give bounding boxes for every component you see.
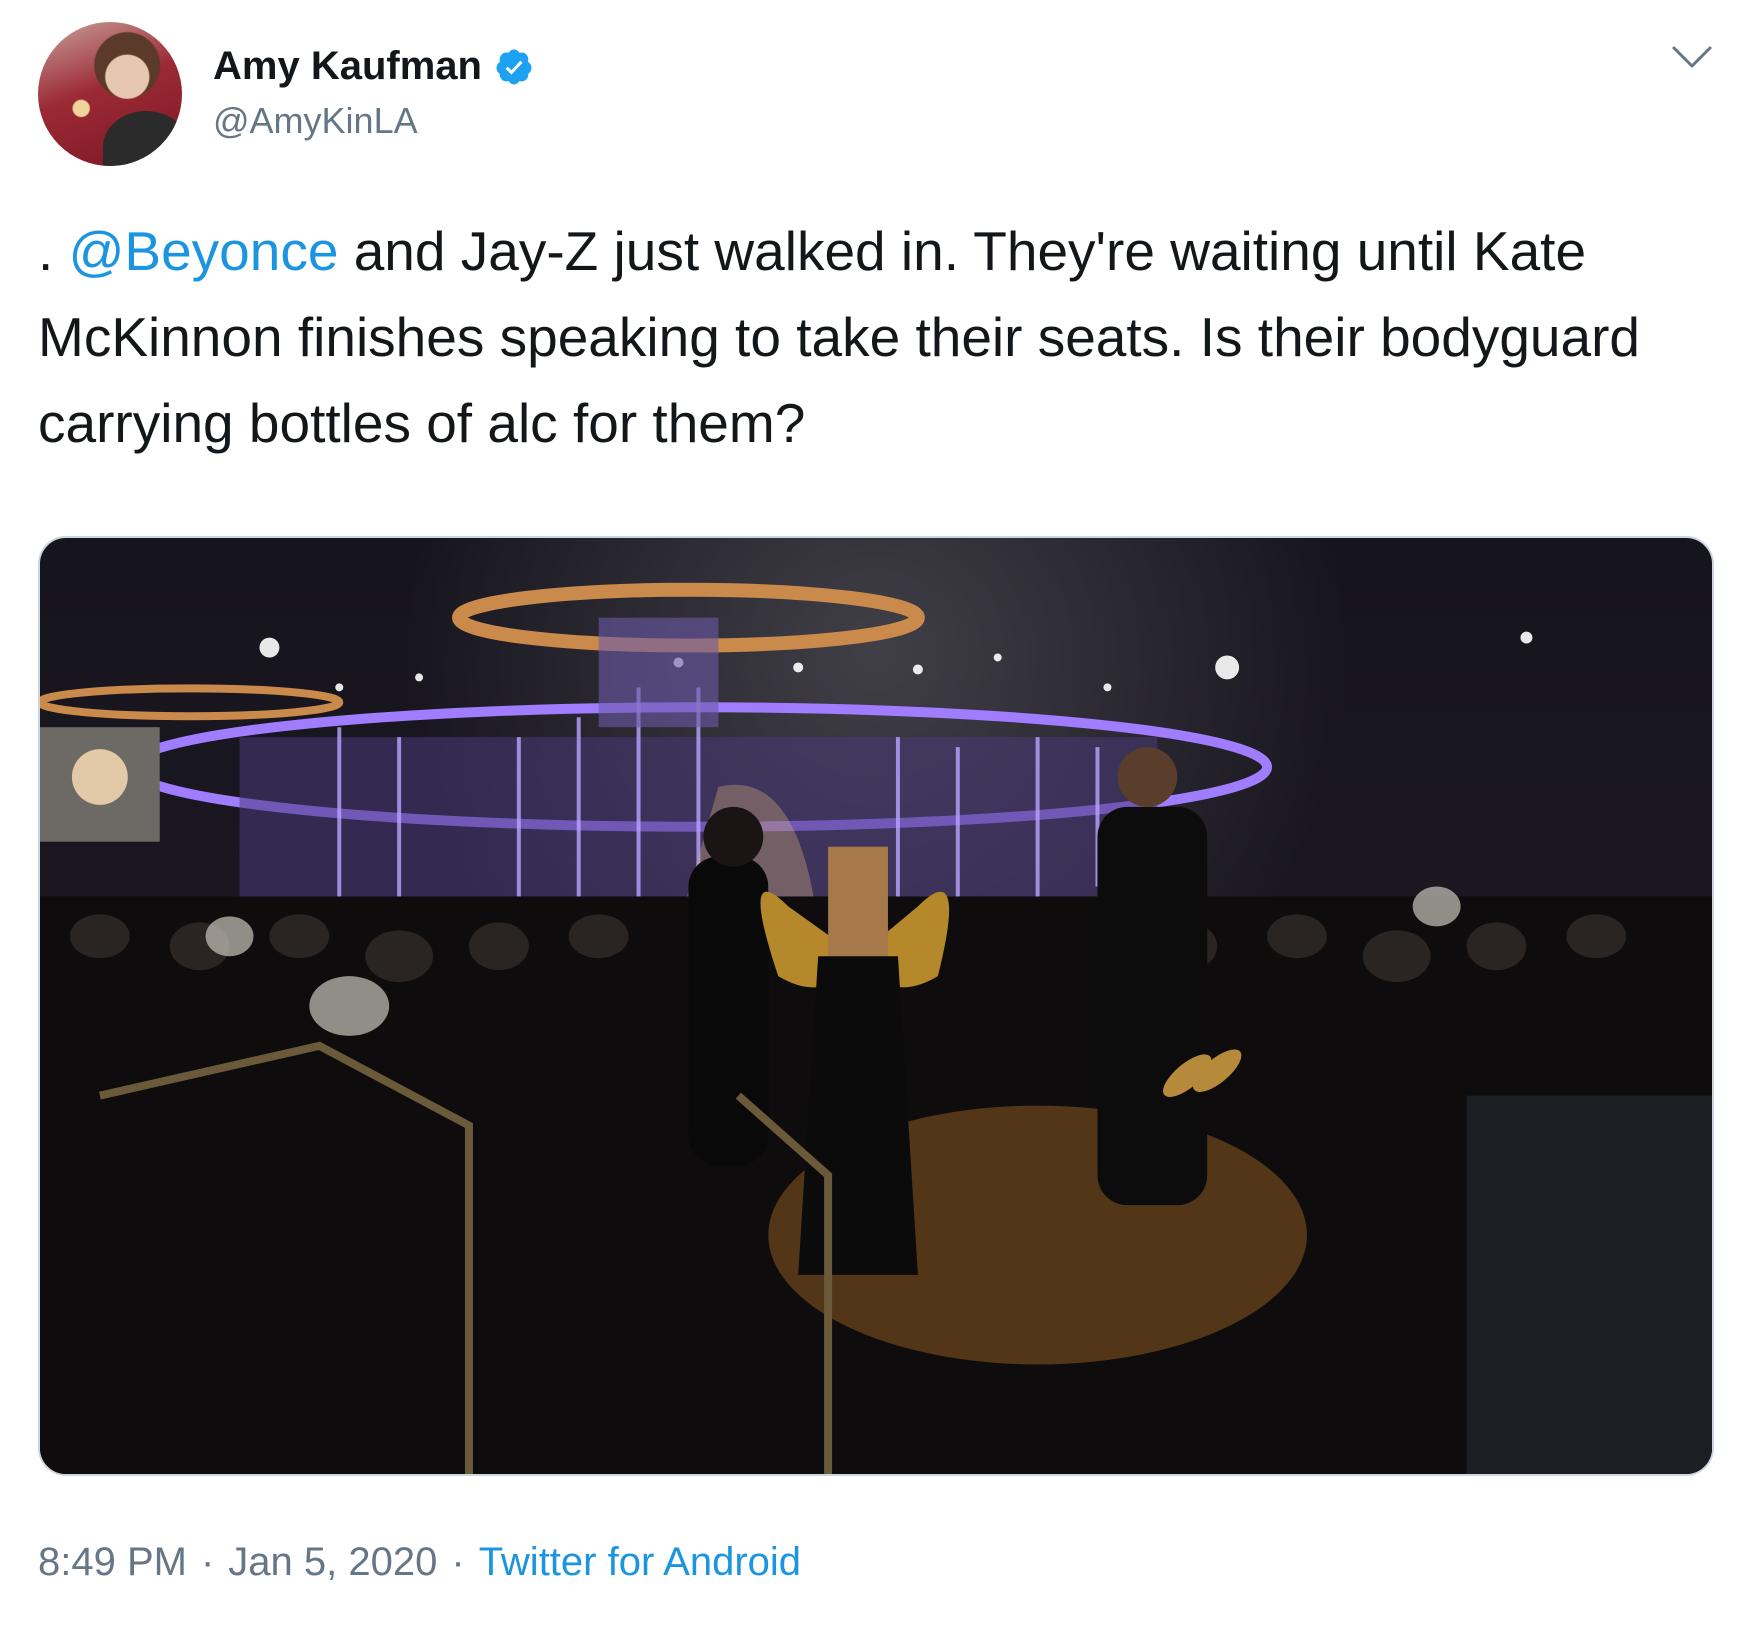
author-name-row: Amy Kaufman (213, 44, 534, 89)
mention-link[interactable]: @Beyonce (69, 220, 339, 282)
meta-separator-2: · (451, 1540, 465, 1584)
chevron-down-icon[interactable] (1670, 42, 1714, 72)
tweet-date[interactable]: Jan 5, 2020 (228, 1540, 437, 1585)
tweet-photo[interactable] (38, 536, 1714, 1476)
tweet-meta: 8:49 PM · Jan 5, 2020 · Twitter for Andr… (38, 1540, 801, 1585)
tweet-card: Amy Kaufman @AmyKinLA . @Beyonce and Jay… (0, 0, 1750, 1630)
tweet-source-link[interactable]: Twitter for Android (479, 1540, 801, 1585)
verified-badge-icon (496, 49, 532, 84)
author-avatar[interactable] (38, 22, 182, 166)
author-display-name[interactable]: Amy Kaufman (213, 44, 482, 89)
tweet-text: . @Beyonce and Jay-Z just walked in. The… (38, 208, 1718, 466)
event-scene-illustration (40, 582, 1712, 1474)
tweet-text-prefix: . (38, 220, 69, 282)
author-handle[interactable]: @AmyKinLA (213, 100, 418, 142)
meta-separator: · (200, 1540, 215, 1584)
tweet-time[interactable]: 8:49 PM (38, 1540, 187, 1585)
